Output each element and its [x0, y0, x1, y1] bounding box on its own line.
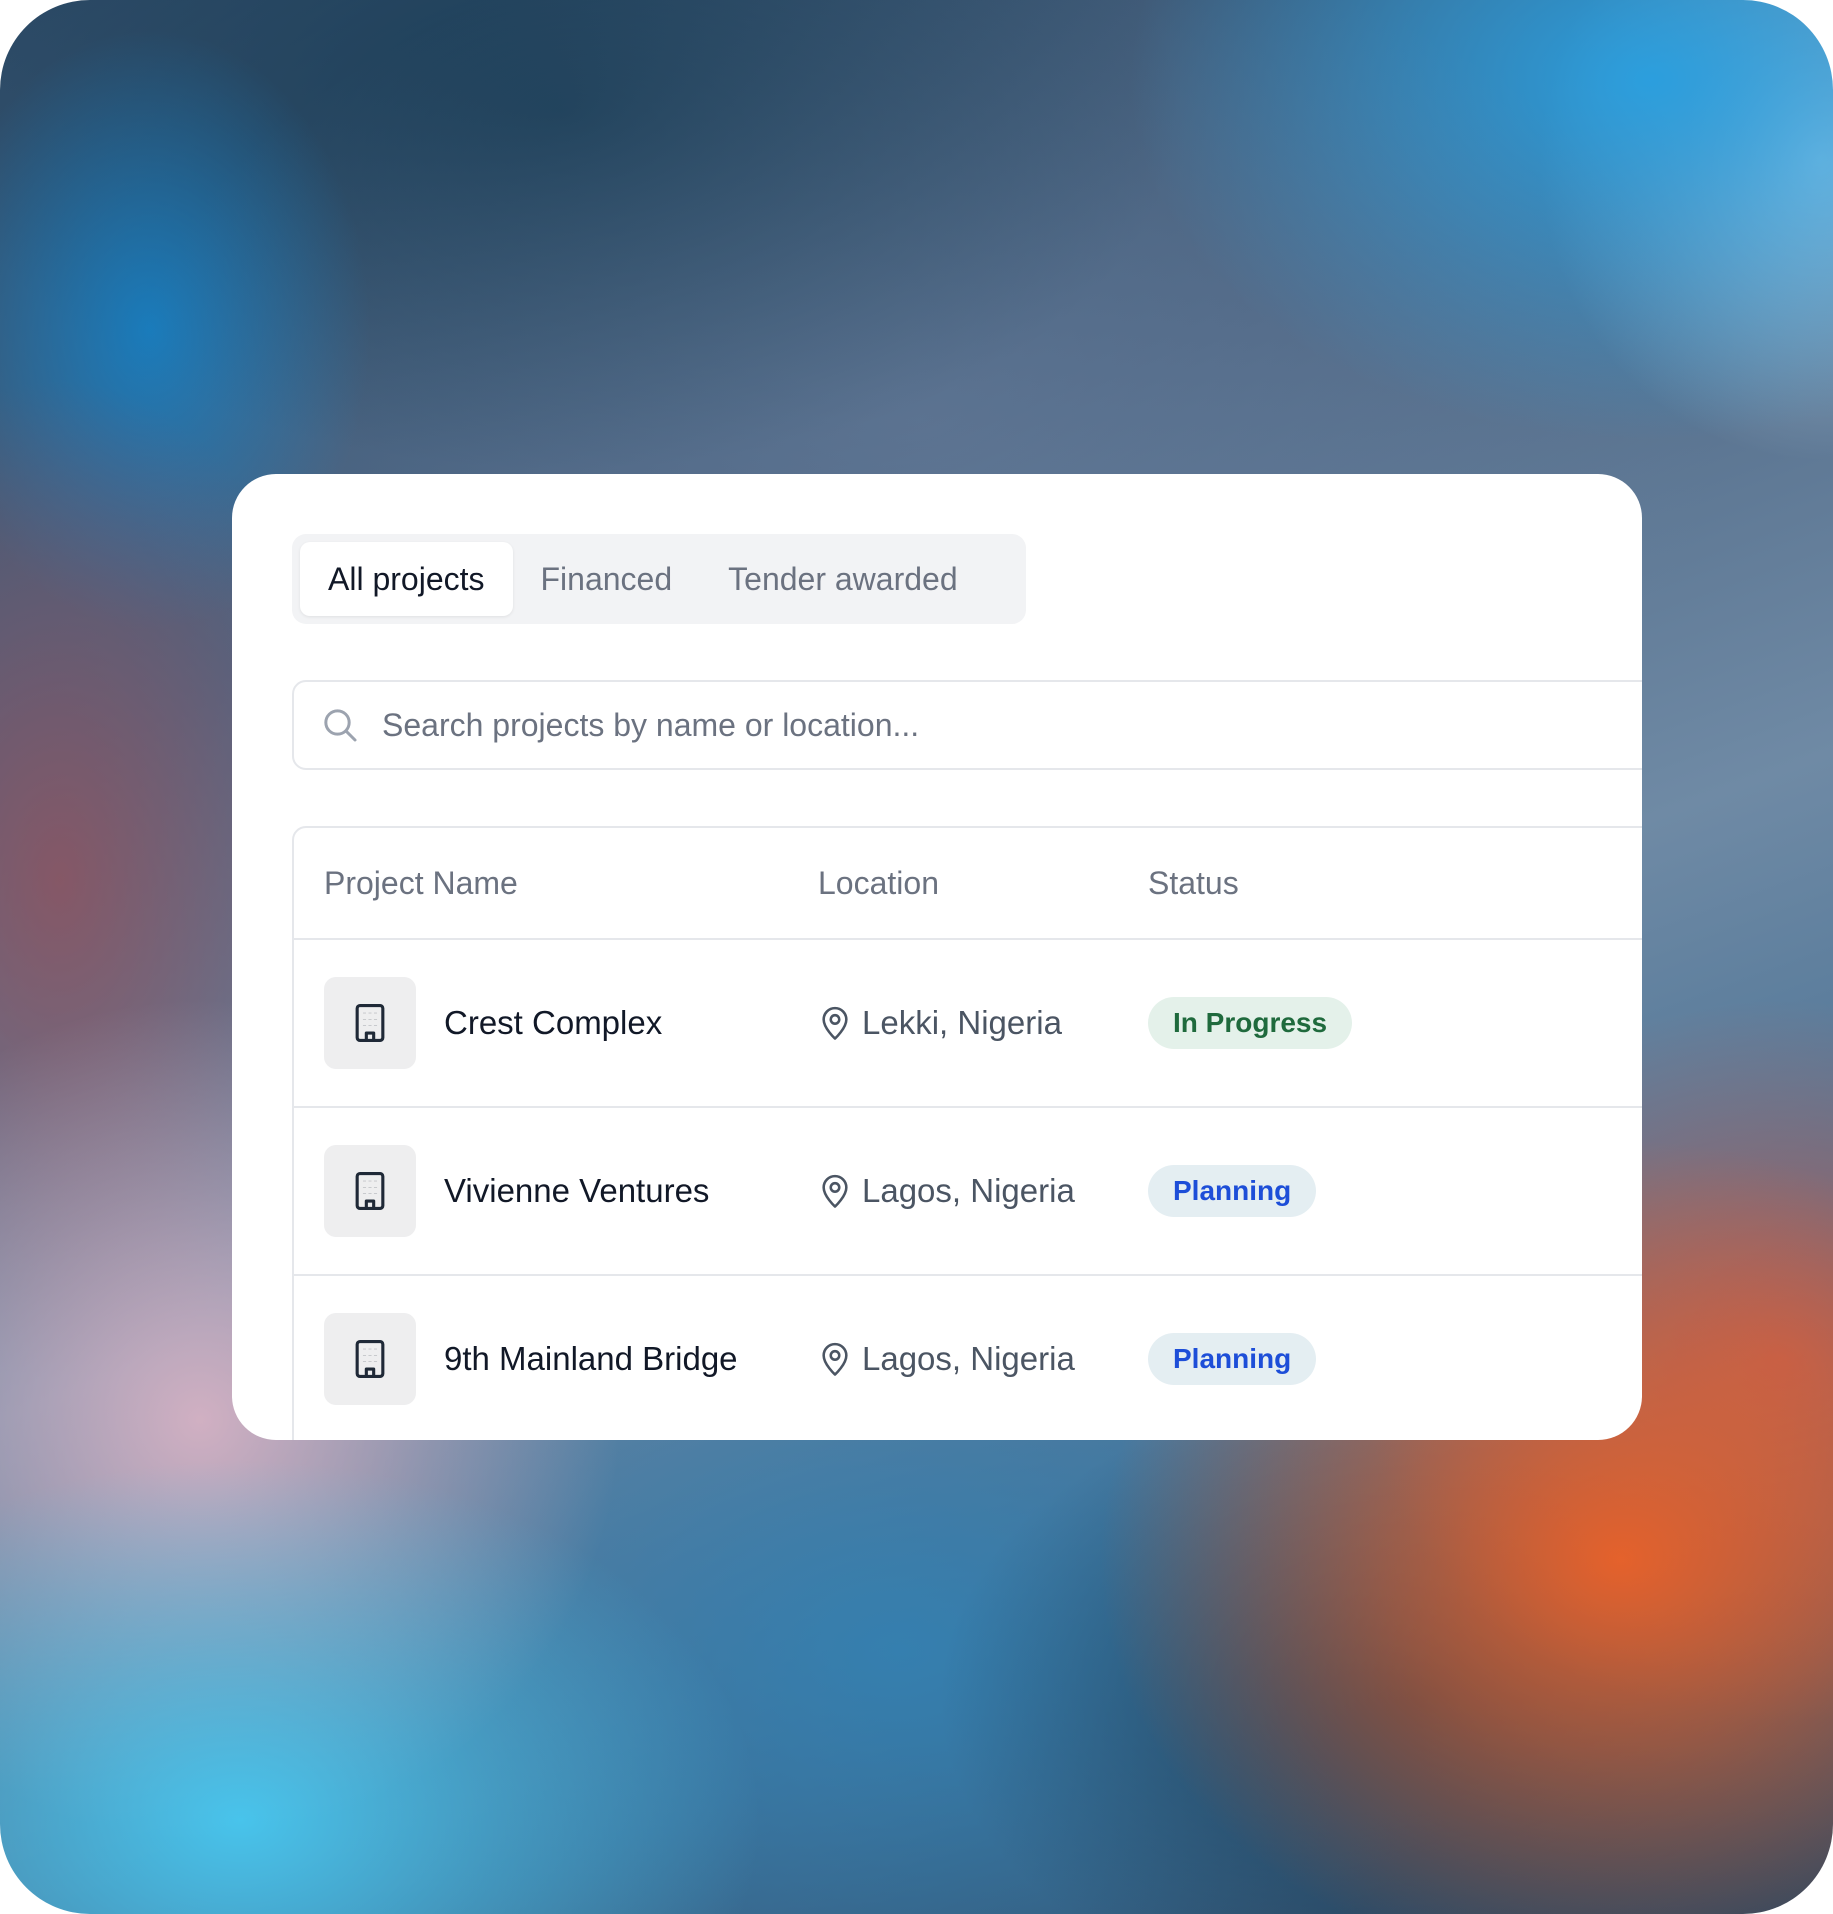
status-badge: Planning: [1148, 1333, 1317, 1385]
building-icon: [324, 1313, 416, 1405]
column-header-status[interactable]: Status: [1148, 828, 1239, 938]
building-icon: [324, 1145, 416, 1237]
table-row[interactable]: 9th Mainland Bridge Lagos, Nigeria Plann…: [294, 1276, 1642, 1440]
location-cell: Lekki, Nigeria: [818, 940, 1062, 1106]
table-row[interactable]: Crest Complex Lekki, Nigeria In Progress: [294, 940, 1642, 1108]
location-text: Lagos, Nigeria: [862, 1172, 1075, 1209]
location-text: Lagos, Nigeria: [862, 1340, 1075, 1377]
project-name[interactable]: 9th Mainland Bridge: [444, 1340, 738, 1378]
project-name[interactable]: Vivienne Ventures: [444, 1172, 709, 1210]
map-pin-icon: [818, 1004, 852, 1042]
location-cell: Lagos, Nigeria: [818, 1276, 1075, 1440]
building-icon: [324, 977, 416, 1069]
status-badge: Planning: [1148, 1165, 1317, 1217]
column-header-project-name[interactable]: Project Name: [324, 828, 518, 938]
project-filter-tabs: All projects Financed Tender awarded: [292, 534, 1026, 624]
status-cell: Planning: [1148, 1276, 1317, 1440]
table-header: Project Name Location Status: [294, 828, 1642, 940]
project-name[interactable]: Crest Complex: [444, 1004, 662, 1042]
projects-table: Project Name Location Status Crest Compl…: [292, 826, 1642, 1440]
map-pin-icon: [818, 1340, 852, 1378]
search-icon: [320, 705, 360, 745]
status-cell: Planning: [1148, 1108, 1317, 1274]
status-cell: In Progress: [1148, 940, 1353, 1106]
search-box: [292, 680, 1642, 770]
search-input[interactable]: [380, 705, 1584, 745]
map-pin-icon: [818, 1172, 852, 1210]
column-header-location[interactable]: Location: [818, 828, 939, 938]
projects-card: All projects Financed Tender awarded Pro…: [232, 474, 1642, 1440]
background-gradient: All projects Financed Tender awarded Pro…: [0, 0, 1833, 1914]
tab-tender-awarded[interactable]: Tender awarded: [700, 542, 985, 616]
project-name-cell: 9th Mainland Bridge: [324, 1276, 738, 1440]
location-text: Lekki, Nigeria: [862, 1004, 1062, 1041]
table-row[interactable]: Vivienne Ventures Lagos, Nigeria Plannin…: [294, 1108, 1642, 1276]
tab-financed[interactable]: Financed: [513, 542, 701, 616]
project-name-cell: Crest Complex: [324, 940, 662, 1106]
project-name-cell: Vivienne Ventures: [324, 1108, 709, 1274]
tab-all-projects[interactable]: All projects: [300, 542, 513, 616]
status-badge: In Progress: [1148, 997, 1353, 1049]
location-cell: Lagos, Nigeria: [818, 1108, 1075, 1274]
